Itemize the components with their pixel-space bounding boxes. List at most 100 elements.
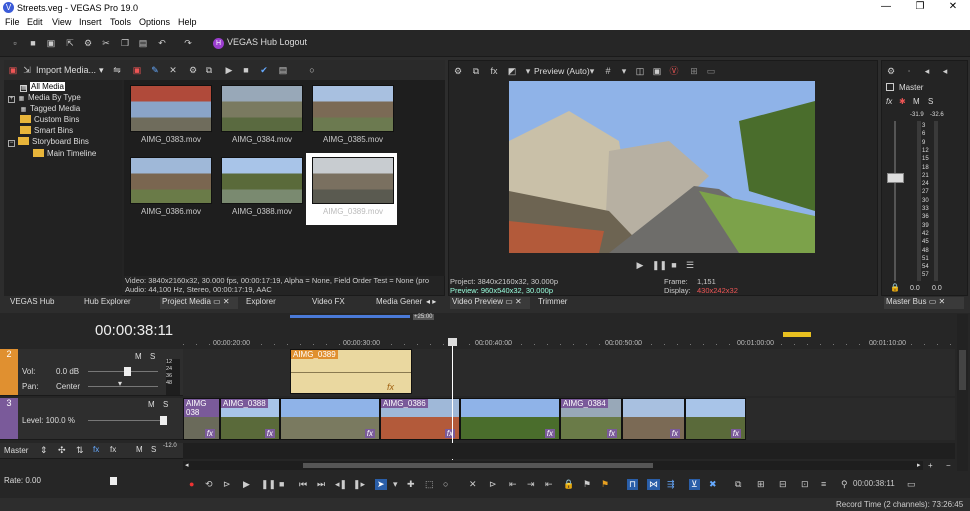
timeline-scrollbar[interactable]: ◂ ▸ <box>183 461 923 470</box>
menu-tools[interactable]: Tools <box>110 17 131 27</box>
track-mute[interactable]: M <box>135 352 142 361</box>
media-thumbnail[interactable] <box>312 85 394 132</box>
tab-media-generators[interactable]: Media Gener <box>374 297 424 309</box>
save-snapshot-icon[interactable]: ▣ <box>652 66 662 76</box>
preview-stop-icon[interactable]: ■ <box>669 260 679 270</box>
tree-item-media-by-type[interactable]: + ▦ Media By Type <box>8 93 81 104</box>
insert-region-icon[interactable]: ⚑ <box>601 479 609 490</box>
envelope-tool-icon[interactable]: ✚ <box>407 479 415 490</box>
lock-envelopes-icon[interactable]: ⊻ <box>689 479 700 490</box>
mono-icon[interactable]: ◂ <box>940 66 950 76</box>
master-fader-icon[interactable]: ⇕ <box>40 445 48 456</box>
menu-options[interactable]: Options <box>139 17 170 27</box>
edit-tool-dropdown-icon[interactable]: ▾ <box>393 479 398 490</box>
lock-icon[interactable]: 🔒 <box>563 479 574 490</box>
views-icon[interactable]: ▤ <box>278 65 288 75</box>
search-icon[interactable]: ○ <box>307 65 317 75</box>
quality-dropdown-icon[interactable]: ▾ <box>587 66 597 76</box>
tab-project-media[interactable]: Project Media ▭ ✕ <box>160 297 238 309</box>
video-clip[interactable]: fx <box>460 398 560 440</box>
vertical-scroll-thumb[interactable] <box>959 350 966 390</box>
master-mute[interactable]: M <box>913 97 920 106</box>
loop-icon[interactable]: ⟲ <box>205 479 213 490</box>
tab-trimmer[interactable]: Trimmer <box>536 297 569 309</box>
video-clip[interactable]: AIMG_0386 fx <box>380 398 460 440</box>
go-to-end-icon[interactable]: ⏭ <box>317 479 325 490</box>
vol-slider[interactable] <box>88 371 158 372</box>
video-clip-fx-icon[interactable]: fx <box>544 429 555 438</box>
zoom-tool-icon[interactable]: ○ <box>443 479 448 489</box>
paste-icon[interactable]: ▤ <box>138 38 148 48</box>
overlays-dropdown-icon[interactable]: ▾ <box>619 66 629 76</box>
video-clip[interactable]: fx <box>685 398 746 440</box>
new-project-icon[interactable]: ▫ <box>10 38 20 48</box>
tabs-scroll-icon[interactable]: ◂ ▸ <box>424 297 438 309</box>
loop-region-bar[interactable] <box>290 315 410 318</box>
ignore-grouping-icon[interactable]: ✖ <box>709 479 717 490</box>
ungroup-icon[interactable]: ⊟ <box>779 479 787 490</box>
scroll-left-icon[interactable]: ◂ <box>185 461 189 469</box>
properties-icon[interactable]: ⚙ <box>188 65 198 75</box>
fullscreen-icon[interactable]: ▭ <box>907 479 916 490</box>
stop-icon[interactable]: ■ <box>279 479 284 489</box>
timeline-vertical-scrollbar[interactable] <box>957 314 968 471</box>
video-clip[interactable]: AIMG_0384 fx <box>560 398 622 440</box>
auto-crossfade-icon[interactable]: ⋈ <box>647 479 660 490</box>
trim-start-icon[interactable]: ⇥ <box>527 479 535 490</box>
ripple-edit-icon[interactable]: ⇶ <box>667 479 675 490</box>
minimize-tracks-icon[interactable]: ≡ <box>821 479 826 489</box>
audio-clip-fx-icon[interactable]: fx <box>387 382 394 392</box>
menu-file[interactable]: File <box>5 17 20 27</box>
stop-icon[interactable]: ■ <box>241 65 251 75</box>
minimize-button[interactable]: — <box>876 1 896 12</box>
insert-marker-icon[interactable]: ⚑ <box>583 479 591 490</box>
master-mixer-icon[interactable]: ⇅ <box>76 445 84 456</box>
capture-icon[interactable]: ⇋ <box>112 65 122 75</box>
timeline-ruler[interactable]: 00:00:20:00 00:00:30:00 00:00:40:00 00:0… <box>183 332 955 347</box>
play-from-start-icon[interactable]: ⊳ <box>223 479 231 490</box>
external-monitor-icon[interactable]: ⧉ <box>471 66 481 76</box>
render-icon[interactable]: ⇱ <box>65 38 75 48</box>
master-solo[interactable]: S <box>928 97 933 106</box>
dim-icon[interactable]: ◂ <box>922 66 932 76</box>
import-media-button[interactable]: Import Media... <box>36 65 96 75</box>
vol-slider-handle[interactable] <box>124 367 131 376</box>
preview-menu-icon[interactable]: ☰ <box>685 260 695 270</box>
media-thumbnail[interactable] <box>221 85 303 132</box>
split-icon[interactable]: ⇤ <box>509 479 517 490</box>
maximize-button[interactable]: ❐ <box>910 1 930 12</box>
normal-edit-tool-icon[interactable]: ➤ <box>375 479 387 490</box>
menu-view[interactable]: View <box>52 17 71 27</box>
vegas-hub-logout-button[interactable]: H VEGAS Hub Logout <box>213 37 307 50</box>
master-settings-icon[interactable]: ⚙ <box>886 66 896 76</box>
video-fx-icon[interactable]: fx <box>489 66 499 76</box>
next-frame-icon[interactable]: ❚▸ <box>353 479 365 490</box>
save-icon[interactable]: ▣ <box>46 38 56 48</box>
tab-master-bus[interactable]: Master Bus ▭ ✕ <box>884 297 964 309</box>
media-thumbnail[interactable] <box>221 157 303 204</box>
tree-item-all-media[interactable]: ▦ All Media <box>20 82 65 93</box>
master-fx-chain-icon[interactable]: fx <box>93 445 99 454</box>
pause-icon[interactable]: ❚❚ <box>261 479 276 490</box>
preview-dropdown-icon[interactable]: ▾ <box>523 66 533 76</box>
play-icon[interactable]: ▶ <box>224 65 234 75</box>
menu-insert[interactable]: Insert <box>79 17 102 27</box>
import-icon[interactable]: ⇲ <box>22 65 32 75</box>
undo-icon[interactable]: ↶ <box>157 38 167 48</box>
open-folder-icon[interactable]: ■ <box>28 38 38 48</box>
play-icon[interactable]: ▶ <box>243 479 250 490</box>
trim-end-icon[interactable]: ⇤ <box>545 479 553 490</box>
tab-video-fx[interactable]: Video FX <box>310 297 347 309</box>
master-automation-icon[interactable]: ✱ <box>899 97 906 106</box>
video-clip-fx-icon[interactable]: fx <box>444 429 455 438</box>
remove-media-icon[interactable]: ▣ <box>8 65 18 75</box>
markers-icon[interactable]: ⧉ <box>735 479 741 490</box>
tracks-icon[interactable]: ⊡ <box>801 479 809 490</box>
media-thumbnail[interactable] <box>130 85 212 132</box>
playhead-handle[interactable] <box>448 338 457 346</box>
copy-icon[interactable]: ❐ <box>120 38 130 48</box>
get-media-icon[interactable]: ▣ <box>132 65 142 75</box>
playhead[interactable] <box>452 340 453 460</box>
track-mute[interactable]: M <box>148 400 155 409</box>
media-thumbnail[interactable] <box>130 157 212 204</box>
